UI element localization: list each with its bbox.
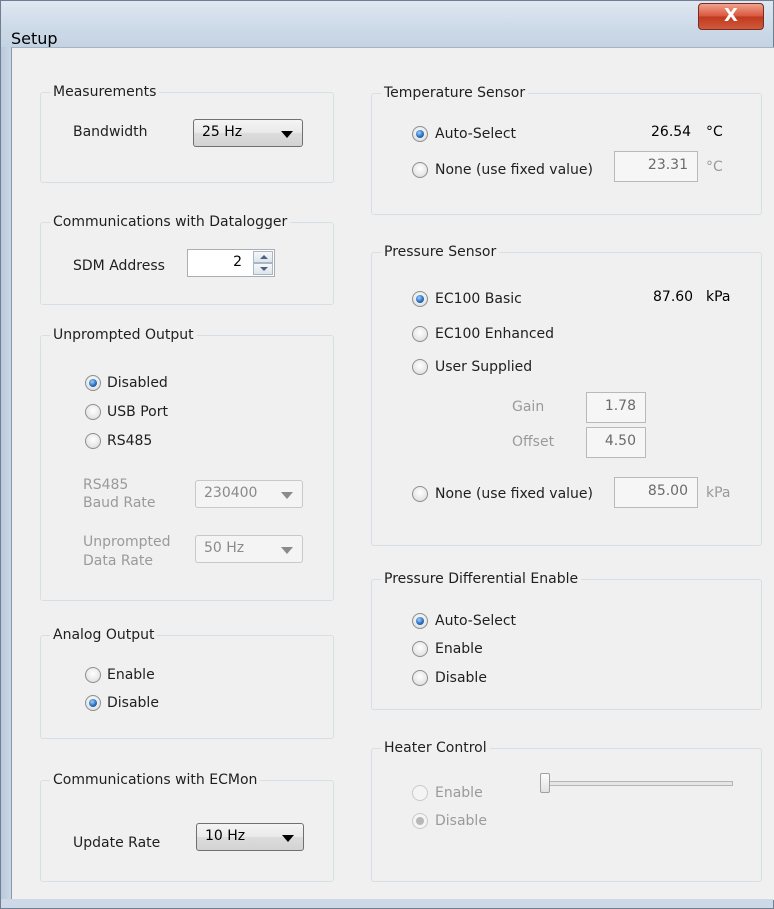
analog-output-group: Analog Output (40, 626, 334, 739)
close-button[interactable]: X (698, 3, 764, 30)
heater-control-legend: Heater Control (381, 739, 490, 757)
heater-enable-label: Enable (435, 785, 483, 801)
pressure-user-supplied-label: User Supplied (435, 359, 533, 375)
update-rate-dropdown[interactable]: 10 Hz (196, 823, 304, 851)
radio-pdiff-disable[interactable] (412, 670, 428, 686)
radio-pressure-none[interactable] (412, 486, 428, 502)
unprompted-disabled-label: Disabled (107, 375, 168, 391)
radio-unprompted-disabled[interactable] (85, 375, 101, 391)
update-rate-value: 10 Hz (205, 828, 246, 844)
radio-unprompted-usb[interactable] (85, 404, 101, 420)
radio-heater-enable[interactable] (412, 785, 428, 801)
temp-reading-value: 26.54 (651, 124, 692, 140)
setup-window: Setup X Measurements Bandwidth 25 Hz Com… (0, 0, 774, 909)
close-icon: X (724, 5, 738, 26)
radio-unprompted-rs485[interactable] (85, 433, 101, 449)
radio-temp-auto-select[interactable] (412, 126, 428, 142)
chevron-down-icon (281, 547, 293, 554)
bandwidth-dropdown[interactable]: 25 Hz (193, 119, 303, 147)
window-title: Setup (11, 29, 58, 48)
pressure-ec100-enhanced-label: EC100 Enhanced (435, 326, 555, 342)
pressure-fixed-value-field[interactable]: 85.00 (614, 477, 698, 508)
data-rate-label-line1: Unprompted (83, 534, 171, 550)
gain-field[interactable]: 1.78 (586, 392, 646, 423)
update-rate-label: Update Rate (73, 835, 161, 851)
unprompted-rs485-label: RS485 (107, 433, 153, 449)
pressure-fixed-unit: kPa (706, 485, 731, 501)
sdm-address-label: SDM Address (73, 258, 165, 274)
radio-analog-disable[interactable] (85, 695, 101, 711)
baud-rate-label-line1: RS485 (83, 477, 129, 493)
heater-slider-track[interactable] (547, 781, 733, 786)
pressure-differential-legend: Pressure Differential Enable (381, 570, 582, 588)
radio-pdiff-enable[interactable] (412, 641, 428, 657)
temperature-sensor-legend: Temperature Sensor (381, 84, 529, 102)
pdiff-disable-label: Disable (435, 670, 487, 686)
window-bottom-border (1, 899, 773, 908)
data-rate-dropdown[interactable]: 50 Hz (195, 535, 303, 563)
sdm-address-spinner[interactable]: 2 (187, 249, 275, 277)
baud-rate-value: 230400 (204, 485, 258, 501)
radio-analog-enable[interactable] (85, 667, 101, 683)
temp-fixed-value: 23.31 (647, 157, 688, 173)
bandwidth-value: 25 Hz (202, 124, 243, 140)
radio-pressure-user-supplied[interactable] (412, 359, 428, 375)
spin-up-button[interactable] (253, 251, 273, 263)
pressure-differential-group: Pressure Differential Enable (371, 570, 762, 710)
radio-heater-disable[interactable] (412, 813, 428, 829)
pressure-reading-unit: kPa (706, 289, 731, 305)
temp-none-label: None (use fixed value) (435, 162, 593, 178)
analog-enable-label: Enable (107, 667, 155, 683)
radio-pressure-ec100-enhanced[interactable] (412, 326, 428, 342)
chevron-down-icon (282, 835, 294, 842)
data-rate-value: 50 Hz (204, 540, 245, 556)
sdm-address-value: 2 (233, 254, 242, 270)
temperature-sensor-group: Temperature Sensor (371, 84, 762, 215)
analog-output-legend: Analog Output (50, 626, 158, 644)
pressure-sensor-legend: Pressure Sensor (381, 243, 500, 261)
temp-auto-select-label: Auto-Select (435, 126, 517, 142)
bandwidth-label: Bandwidth (73, 124, 148, 140)
heater-slider-thumb[interactable] (540, 773, 550, 793)
radio-pdiff-auto-select[interactable] (412, 613, 428, 629)
measurements-legend: Measurements (50, 83, 160, 101)
temp-fixed-unit: °C (706, 159, 723, 175)
pdiff-auto-select-label: Auto-Select (435, 613, 517, 629)
spin-arrows-icon[interactable] (253, 251, 273, 275)
temp-fixed-value-field[interactable]: 23.31 (614, 151, 698, 182)
radio-temp-none[interactable] (412, 162, 428, 178)
radio-pressure-ec100-basic[interactable] (412, 291, 428, 307)
baud-rate-dropdown[interactable]: 230400 (195, 480, 303, 508)
pdiff-enable-label: Enable (435, 641, 483, 657)
comm-ecmon-legend: Communications with ECMon (50, 771, 261, 789)
chevron-down-icon (281, 492, 293, 499)
heater-control-group: Heater Control (371, 739, 762, 882)
offset-value: 4.50 (604, 433, 636, 449)
offset-label: Offset (512, 434, 555, 450)
heater-disable-label: Disable (435, 813, 487, 829)
gain-value: 1.78 (604, 398, 636, 414)
spin-down-button[interactable] (253, 263, 273, 275)
comm-datalogger-legend: Communications with Datalogger (50, 213, 291, 231)
unprompted-output-legend: Unprompted Output (50, 326, 197, 344)
baud-rate-label-line2: Baud Rate (83, 495, 156, 511)
chevron-down-icon (281, 131, 293, 138)
analog-disable-label: Disable (107, 695, 159, 711)
title-bar[interactable]: Setup X (1, 1, 773, 48)
pressure-none-label: None (use fixed value) (435, 486, 593, 502)
offset-field[interactable]: 4.50 (586, 427, 646, 458)
gain-label: Gain (512, 399, 545, 415)
unprompted-usb-label: USB Port (107, 404, 168, 420)
pressure-reading-value: 87.60 (653, 289, 694, 305)
temp-reading-unit: °C (706, 124, 723, 140)
pressure-fixed-value: 85.00 (647, 483, 688, 499)
pressure-ec100-basic-label: EC100 Basic (435, 291, 522, 307)
data-rate-label-line2: Data Rate (83, 553, 153, 569)
